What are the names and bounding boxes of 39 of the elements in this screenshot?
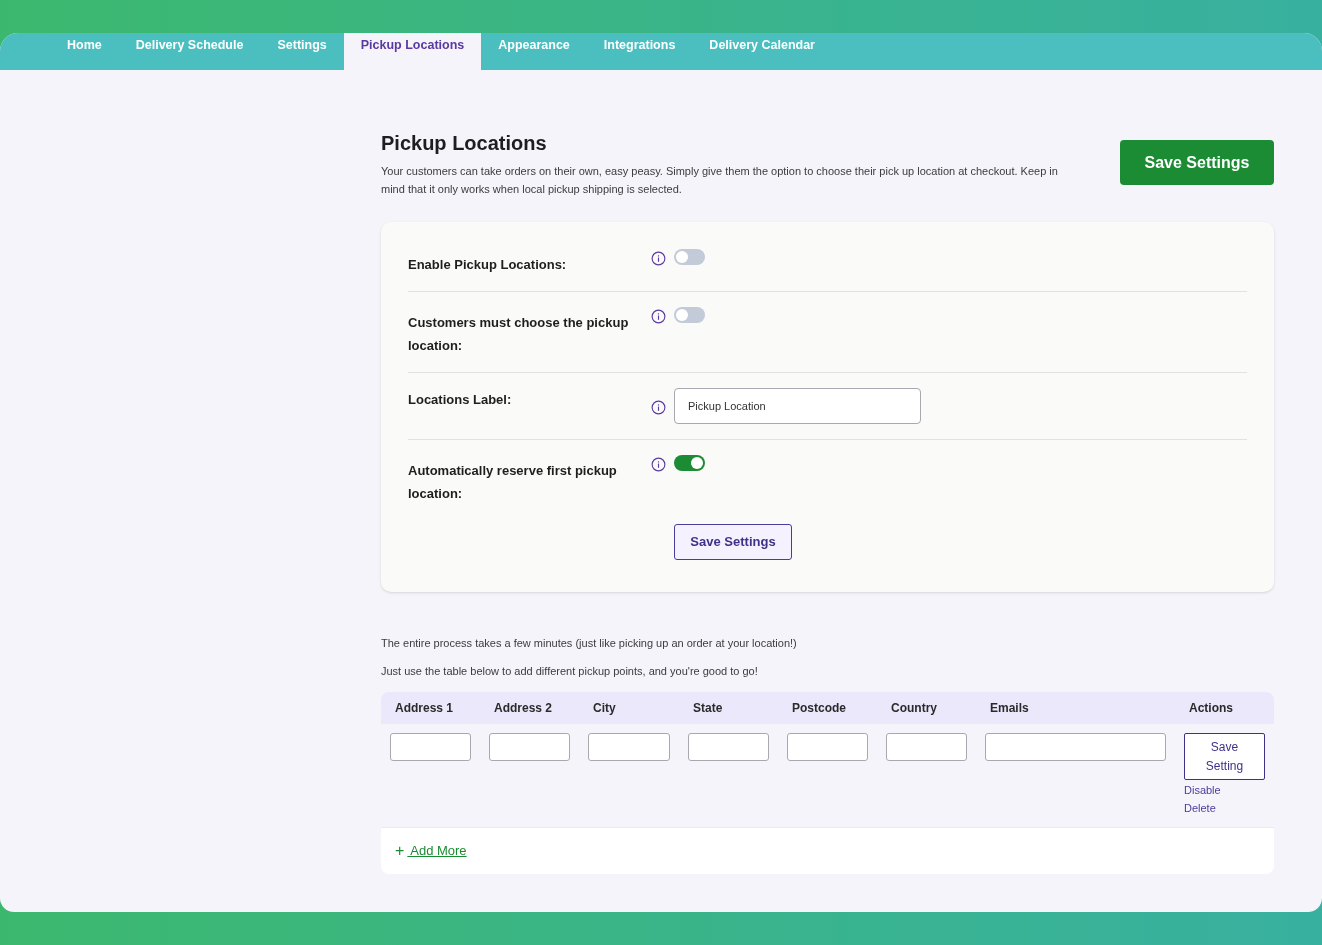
info-icon	[651, 399, 666, 415]
input-field[interactable]	[886, 733, 967, 761]
column-header: State	[693, 700, 724, 717]
input-field[interactable]	[985, 733, 1166, 761]
column-header: Actions	[1189, 700, 1234, 717]
column-header: Postcode	[792, 700, 847, 717]
action-link[interactable]: Delete	[1184, 799, 1216, 817]
input-field[interactable]	[489, 733, 570, 761]
setting-label: Locations Label:	[408, 391, 513, 409]
save-settings-button[interactable]: Save Settings	[674, 524, 792, 560]
column-header: Address 1	[395, 700, 455, 717]
column-header: Address 2	[494, 700, 554, 717]
input-field[interactable]	[688, 733, 769, 761]
setting-label: Customers must choose the pickup location:	[408, 314, 630, 355]
input-field[interactable]	[588, 733, 670, 761]
save-setting-button[interactable]: Save Setting	[1184, 733, 1265, 780]
column-header: City	[593, 700, 617, 717]
setting-label: Enable Pickup Locations:	[408, 256, 568, 274]
column-header: Country	[891, 700, 938, 717]
column-header: Emails	[990, 700, 1030, 717]
toggle-switch[interactable]	[674, 455, 705, 471]
tab[interactable]: Pickup Locations	[343, 33, 482, 70]
note-text: Just use the table below to add different pickup points, and you're good to go!	[381, 664, 759, 678]
note-text: The entire process takes a few minutes (just like picking up an order at your location!)	[381, 636, 798, 650]
input-field[interactable]: Pickup Location	[674, 388, 921, 424]
page-description: Your customers can take orders on their own, easy peasy. Simply give them the option to choose their pick up location at checkout. Keep in mind that it only works when local pickup shipping is selected.	[381, 164, 1059, 197]
action-link[interactable]: Disable	[1184, 781, 1221, 799]
add-more-link[interactable]: + Add More	[395, 841, 467, 861]
input-field[interactable]	[787, 733, 868, 761]
toggle-switch[interactable]	[674, 249, 705, 265]
save-settings-button[interactable]: Save Settings	[1120, 140, 1274, 185]
plus-icon: +	[395, 843, 405, 859]
info-icon	[651, 251, 666, 266]
info-icon	[651, 457, 666, 472]
info-icon	[651, 309, 666, 324]
setting-label: Automatically reserve first pickup location:	[408, 462, 618, 503]
toggle-switch[interactable]	[674, 307, 705, 323]
page-title: Pickup Locations	[381, 131, 548, 156]
input-field[interactable]	[390, 733, 471, 761]
